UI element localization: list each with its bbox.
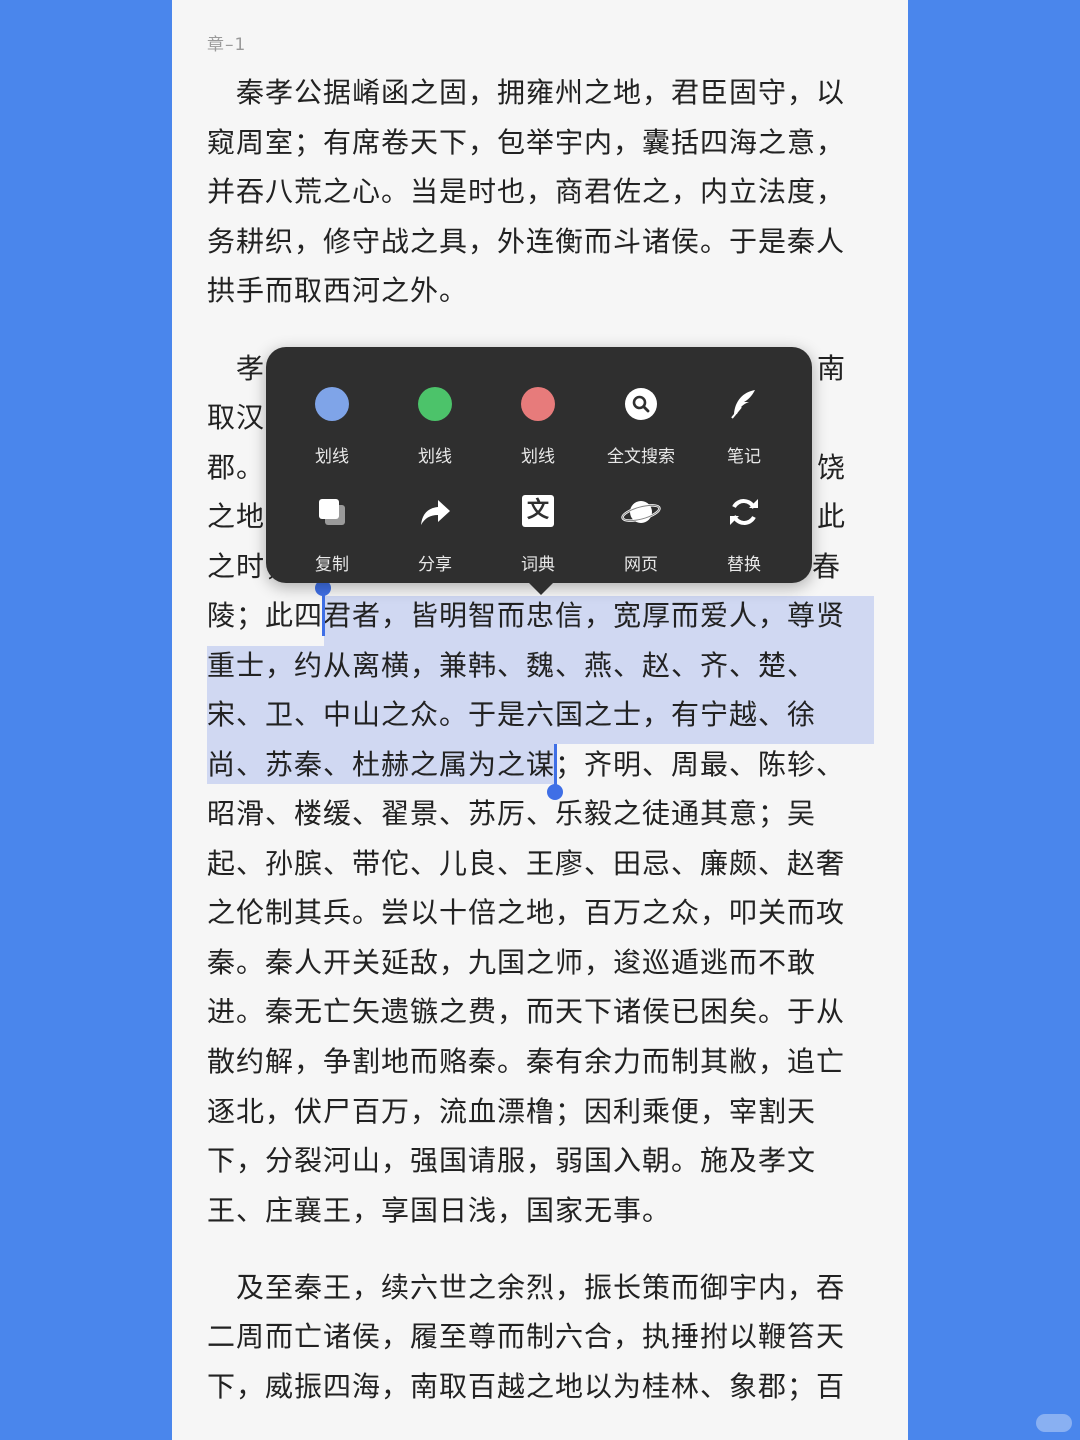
menu-label: 划线 — [521, 447, 555, 467]
menu-label: 划线 — [315, 447, 349, 467]
text-line: 昭滑、楼缓、翟景、苏厉、乐毅之徒通其意；吴 — [207, 797, 817, 830]
webpage-button[interactable]: 网页 — [591, 483, 691, 575]
menu-pointer — [529, 583, 553, 595]
dictionary-glyph: 文 — [526, 498, 549, 523]
menu-label: 分享 — [418, 555, 452, 575]
text-line: 尚、苏秦、杜赫之属为之谋；齐明、周最、陈轸、 — [207, 748, 846, 781]
replace-button[interactable]: 替换 — [694, 483, 794, 575]
underline-red-button[interactable]: 划线 — [488, 375, 588, 467]
selection-start-cursor — [322, 590, 325, 636]
text-line: 拱手而取西河之外。 — [207, 274, 469, 307]
selection-end-handle[interactable] — [547, 784, 563, 800]
text-line: 春 — [812, 550, 842, 583]
dictionary-button[interactable]: 文 词典 — [488, 483, 588, 575]
menu-label: 词典 — [521, 555, 555, 575]
text-line: 务耕织，修守战之具，外连衡而斗诸侯。于是秦人 — [207, 225, 846, 258]
text-line: 进。秦无亡矢遗镞之费，而天下诸侯已困矣。于从 — [207, 995, 846, 1028]
text-line: 散约解，争割地而赂秦。秦有余力而制其敝，追亡 — [207, 1045, 846, 1078]
note-button[interactable]: 笔记 — [694, 375, 794, 467]
text-line: 陵；此四君者，皆明智而忠信，宽厚而爱人，尊贤 — [207, 599, 846, 632]
menu-label: 划线 — [418, 447, 452, 467]
text-line: 下，分裂河山，强国请服，弱国入朝。施及孝文 — [207, 1144, 817, 1177]
share-button[interactable]: 分享 — [385, 483, 485, 575]
text-line: 王、庄襄王，享国日浅，国家无事。 — [207, 1194, 672, 1227]
text-line: 下，威振四海，南取百越之地以为桂林、象郡；百 — [207, 1370, 846, 1403]
text-line: 起、孙膑、带佗、儿良、王廖、田忌、廉颇、赵奢 — [207, 847, 846, 880]
chapter-title: 章–1 — [207, 35, 247, 55]
watermark-badge — [1036, 1414, 1072, 1432]
text-line: 宋、卫、中山之众。于是六国之士，有宁越、徐 — [207, 698, 817, 731]
underline-blue-button[interactable]: 划线 — [282, 375, 382, 467]
text-line: 二周而亡诸侯，履至尊而制六合，执捶拊以鞭笞天 — [207, 1320, 846, 1353]
text-line: 南 — [817, 352, 847, 385]
reader-page[interactable]: 章–1 秦孝公据崤函之固，拥雍州之地，君臣固守，以 窥周室；有席卷天下，包举宇内… — [172, 0, 908, 1440]
text-line: 并吞八荒之心。当是时也，商君佐之，内立法度， — [207, 175, 846, 208]
green-dot-icon — [418, 387, 452, 421]
text-line: 之伦制其兵。尝以十倍之地，百万之众，叩关而攻 — [207, 896, 846, 929]
text-line: 重士，约从离横，兼韩、魏、燕、赵、齐、楚、 — [207, 649, 817, 682]
selection-menu: 划线 划线 划线 全文搜索 笔记 复制 分享 文 词典 网页 替换 — [266, 347, 812, 583]
text-line: 秦。秦人开关延敌，九国之师，逡巡遁逃而不敢 — [207, 946, 817, 979]
menu-label: 笔记 — [727, 447, 761, 467]
copy-icon — [315, 495, 349, 529]
menu-label: 网页 — [624, 555, 658, 575]
underline-green-button[interactable]: 划线 — [385, 375, 485, 467]
fulltext-search-button[interactable]: 全文搜索 — [591, 375, 691, 467]
search-icon — [624, 387, 658, 421]
replace-icon — [727, 495, 761, 529]
blue-dot-icon — [315, 387, 349, 421]
menu-label: 全文搜索 — [607, 447, 675, 467]
menu-label: 复制 — [315, 555, 349, 575]
text-line: 秦孝公据崤函之固，拥雍州之地，君臣固守，以 — [207, 76, 846, 109]
text-line: 窥周室；有席卷天下，包举宇内，囊括四海之意， — [207, 126, 846, 159]
dictionary-icon: 文 — [522, 495, 554, 527]
red-dot-icon — [521, 387, 555, 421]
selection-end-cursor — [554, 744, 557, 788]
planet-icon — [621, 495, 661, 529]
text-line: 此 — [817, 500, 847, 533]
share-icon — [418, 495, 452, 529]
text-line: 逐北，伏尸百万，流血漂橹；因利乘便，宰割天 — [207, 1095, 817, 1128]
feather-icon — [727, 387, 761, 421]
menu-label: 替换 — [727, 555, 761, 575]
copy-button[interactable]: 复制 — [282, 483, 382, 575]
text-line: 饶 — [817, 451, 847, 484]
text-line: 及至秦王，续六世之余烈，振长策而御宇内，吞 — [207, 1271, 846, 1304]
